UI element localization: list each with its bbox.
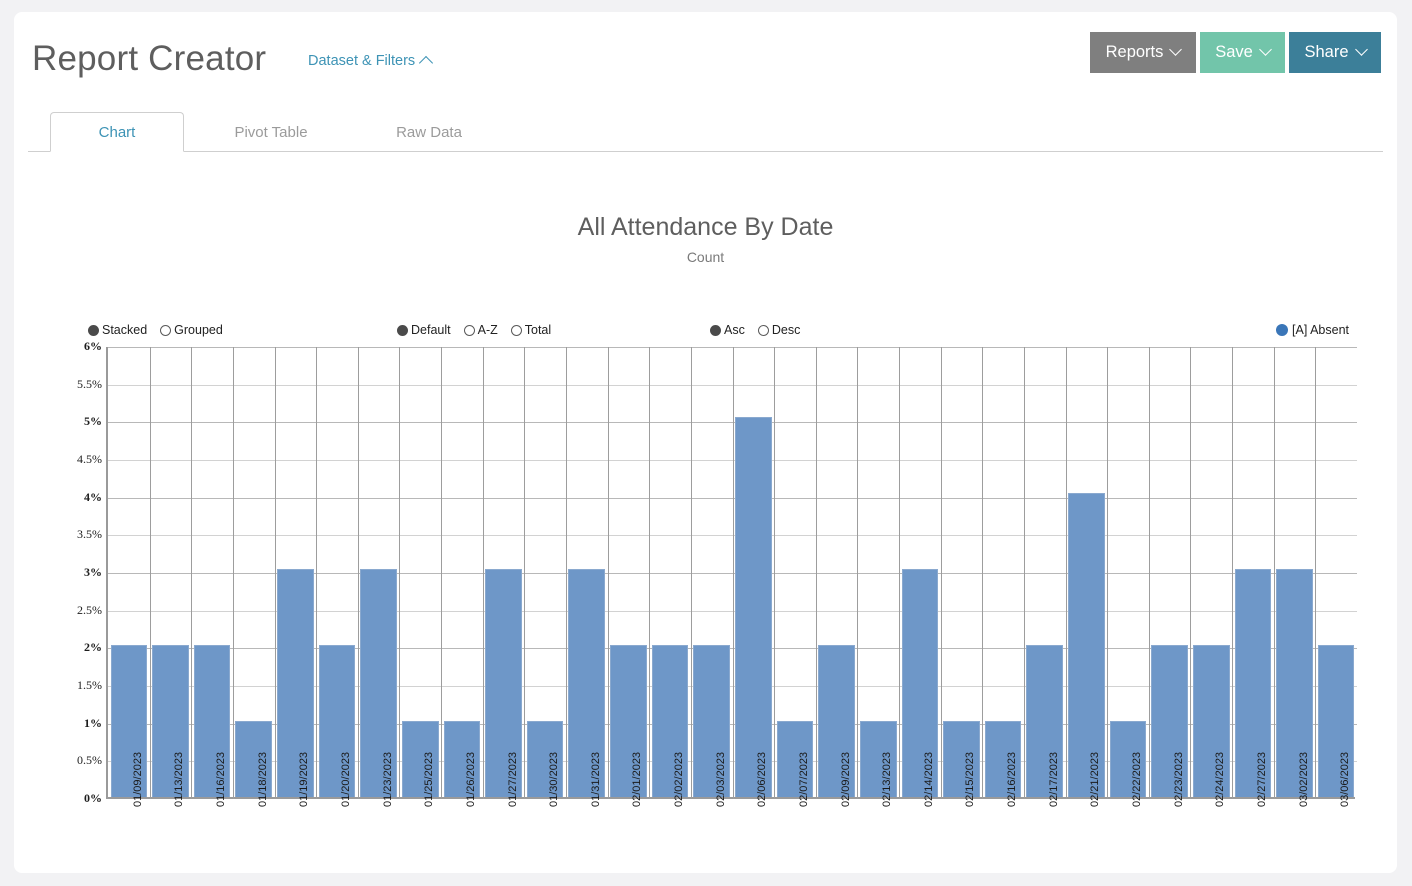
y-axis-tick-label: 0.5%: [77, 753, 102, 768]
y-axis-tick-label: 3.5%: [77, 527, 102, 542]
gridline-vertical: [1148, 347, 1150, 799]
x-axis-tick-label: 02/01/2023: [631, 751, 644, 807]
x-axis-tick-label: 02/21/2023: [1089, 751, 1102, 807]
gridline-vertical: [982, 347, 984, 799]
gridline-vertical: [316, 347, 318, 799]
x-axis-tick-label: 01/23/2023: [381, 751, 394, 807]
gridline-vertical: [649, 347, 651, 799]
x-axis-tick-label: 02/09/2023: [839, 751, 852, 807]
tab-chart[interactable]: Chart: [50, 112, 184, 152]
gridline-vertical: [1190, 347, 1192, 799]
x-axis-tick-label: 02/22/2023: [1131, 751, 1144, 807]
chevron-down-icon: [1169, 43, 1183, 56]
gridline-vertical: [1023, 347, 1025, 799]
x-axis-tick-label: 01/20/2023: [339, 751, 352, 807]
y-axis-tick-label: 1.5%: [77, 678, 102, 692]
gridline-vertical: [690, 347, 692, 799]
bar[interactable]: [735, 416, 772, 797]
y-axis-tick-label: 5.5%: [77, 376, 102, 391]
gridline-vertical: [149, 347, 151, 799]
chevron-down-icon: [1258, 43, 1272, 56]
x-axis-tick-label: 02/24/2023: [1214, 751, 1227, 807]
x-axis-tick-label: 02/17/2023: [1047, 751, 1060, 807]
y-axis-tick-label: 2%: [84, 640, 102, 655]
y-axis-tick-label: 0%: [84, 791, 102, 805]
gridline-vertical: [899, 347, 901, 799]
x-axis-tick-label: 01/25/2023: [423, 751, 436, 807]
y-axis-tick-label: 5%: [84, 414, 102, 429]
tab-pivot-table[interactable]: Pivot Table: [204, 112, 338, 152]
chevron-up-icon: [419, 55, 434, 71]
gridline-vertical: [607, 347, 609, 799]
gridline-vertical: [857, 347, 859, 799]
gridline-vertical: [1273, 347, 1275, 799]
tab-bar: Chart Pivot Table Raw Data: [14, 104, 1397, 153]
x-axis-tick-label: 01/19/2023: [298, 751, 311, 807]
gridline-vertical: [232, 347, 234, 799]
share-button-label: Share: [1304, 43, 1349, 61]
save-button[interactable]: Save: [1200, 32, 1285, 73]
chevron-down-icon: [1354, 43, 1368, 56]
x-axis-tick-label: 01/27/2023: [506, 751, 519, 807]
tab-pivot-table-label: Pivot Table: [234, 123, 308, 141]
y-axis-tick-label: 4%: [84, 489, 102, 504]
x-axis-tick-label: 02/23/2023: [1172, 751, 1185, 807]
y-axis-tick-label: 2.5%: [77, 602, 102, 617]
y-axis-tick-label: 3%: [84, 565, 102, 579]
gridline-vertical: [524, 347, 526, 799]
app-header: Report Creator Dataset & Filters Reports…: [14, 12, 1397, 104]
reports-button-label: Reports: [1105, 43, 1164, 61]
gridline-vertical: [274, 347, 276, 799]
x-axis-tick-label: 02/15/2023: [964, 751, 977, 807]
page-title: Report Creator: [32, 39, 267, 78]
x-axis-tick-label: 01/26/2023: [464, 751, 477, 807]
x-axis-tick-label: 02/06/2023: [756, 751, 769, 807]
x-axis-tick-label: 02/03/2023: [714, 751, 727, 807]
x-axis-tick-label: 02/27/2023: [1255, 751, 1268, 807]
report-creator-card: Report Creator Dataset & Filters Reports…: [14, 12, 1397, 873]
y-axis-tick-label: 1%: [84, 715, 102, 730]
x-axis-tick-label: 01/16/2023: [215, 751, 228, 807]
tab-raw-data[interactable]: Raw Data: [362, 112, 496, 152]
x-axis-tick-label: 01/13/2023: [173, 751, 186, 807]
x-axis-tick-label: 02/02/2023: [673, 751, 686, 807]
x-axis-tick-label: 02/13/2023: [881, 751, 894, 807]
x-axis-tick-label: 01/09/2023: [131, 751, 144, 807]
dataset-filters-label: Dataset & Filters: [308, 53, 416, 69]
gridline-vertical: [940, 347, 942, 799]
x-axis-tick-label: 03/06/2023: [1339, 751, 1352, 807]
x-axis-tick-label: 03/02/2023: [1297, 751, 1310, 807]
y-axis-tick-label: 4.5%: [77, 452, 102, 466]
x-axis-tick-label: 01/31/2023: [589, 751, 602, 807]
gridline-vertical: [565, 347, 567, 799]
plot-area: [106, 347, 1357, 799]
gridline-vertical: [399, 347, 401, 799]
plot-wrapper: 0% 0.5% 1% 1.5% 2% 2.5% 3% 3.5% 4% 4.5% 5% 5.5% 6% 01…: [14, 153, 1397, 873]
tab-raw-data-label: Raw Data: [396, 123, 462, 141]
gridline-vertical: [1065, 347, 1067, 799]
gridline-vertical: [441, 347, 443, 799]
x-axis-tick-label: 02/16/2023: [1006, 751, 1019, 807]
gridline-vertical: [774, 347, 776, 799]
gridline-vertical: [1107, 347, 1109, 799]
x-axis-tick-label: 02/14/2023: [922, 751, 935, 807]
x-axis-tick-label: 01/30/2023: [548, 751, 561, 807]
gridline-vertical: [357, 347, 359, 799]
gridline-vertical: [482, 347, 484, 799]
gridline-vertical: [191, 347, 193, 799]
gridline-vertical: [1315, 347, 1317, 799]
share-button[interactable]: Share: [1289, 32, 1381, 73]
gridline-vertical: [732, 347, 734, 799]
reports-button[interactable]: Reports: [1090, 32, 1196, 73]
gridline-vertical: [1232, 347, 1234, 799]
save-button-label: Save: [1215, 43, 1253, 61]
chart-panel: All Attendance By Date Count Stacked Grou…: [14, 153, 1397, 873]
y-axis-tick-label: 6%: [84, 339, 102, 353]
dataset-filters-toggle[interactable]: Dataset & Filters: [308, 53, 434, 71]
gridline-vertical: [815, 347, 817, 799]
tab-chart-label: Chart: [98, 123, 136, 141]
x-axis-tick-label: 01/18/2023: [256, 751, 269, 807]
x-axis-tick-label: 02/07/2023: [797, 751, 810, 807]
